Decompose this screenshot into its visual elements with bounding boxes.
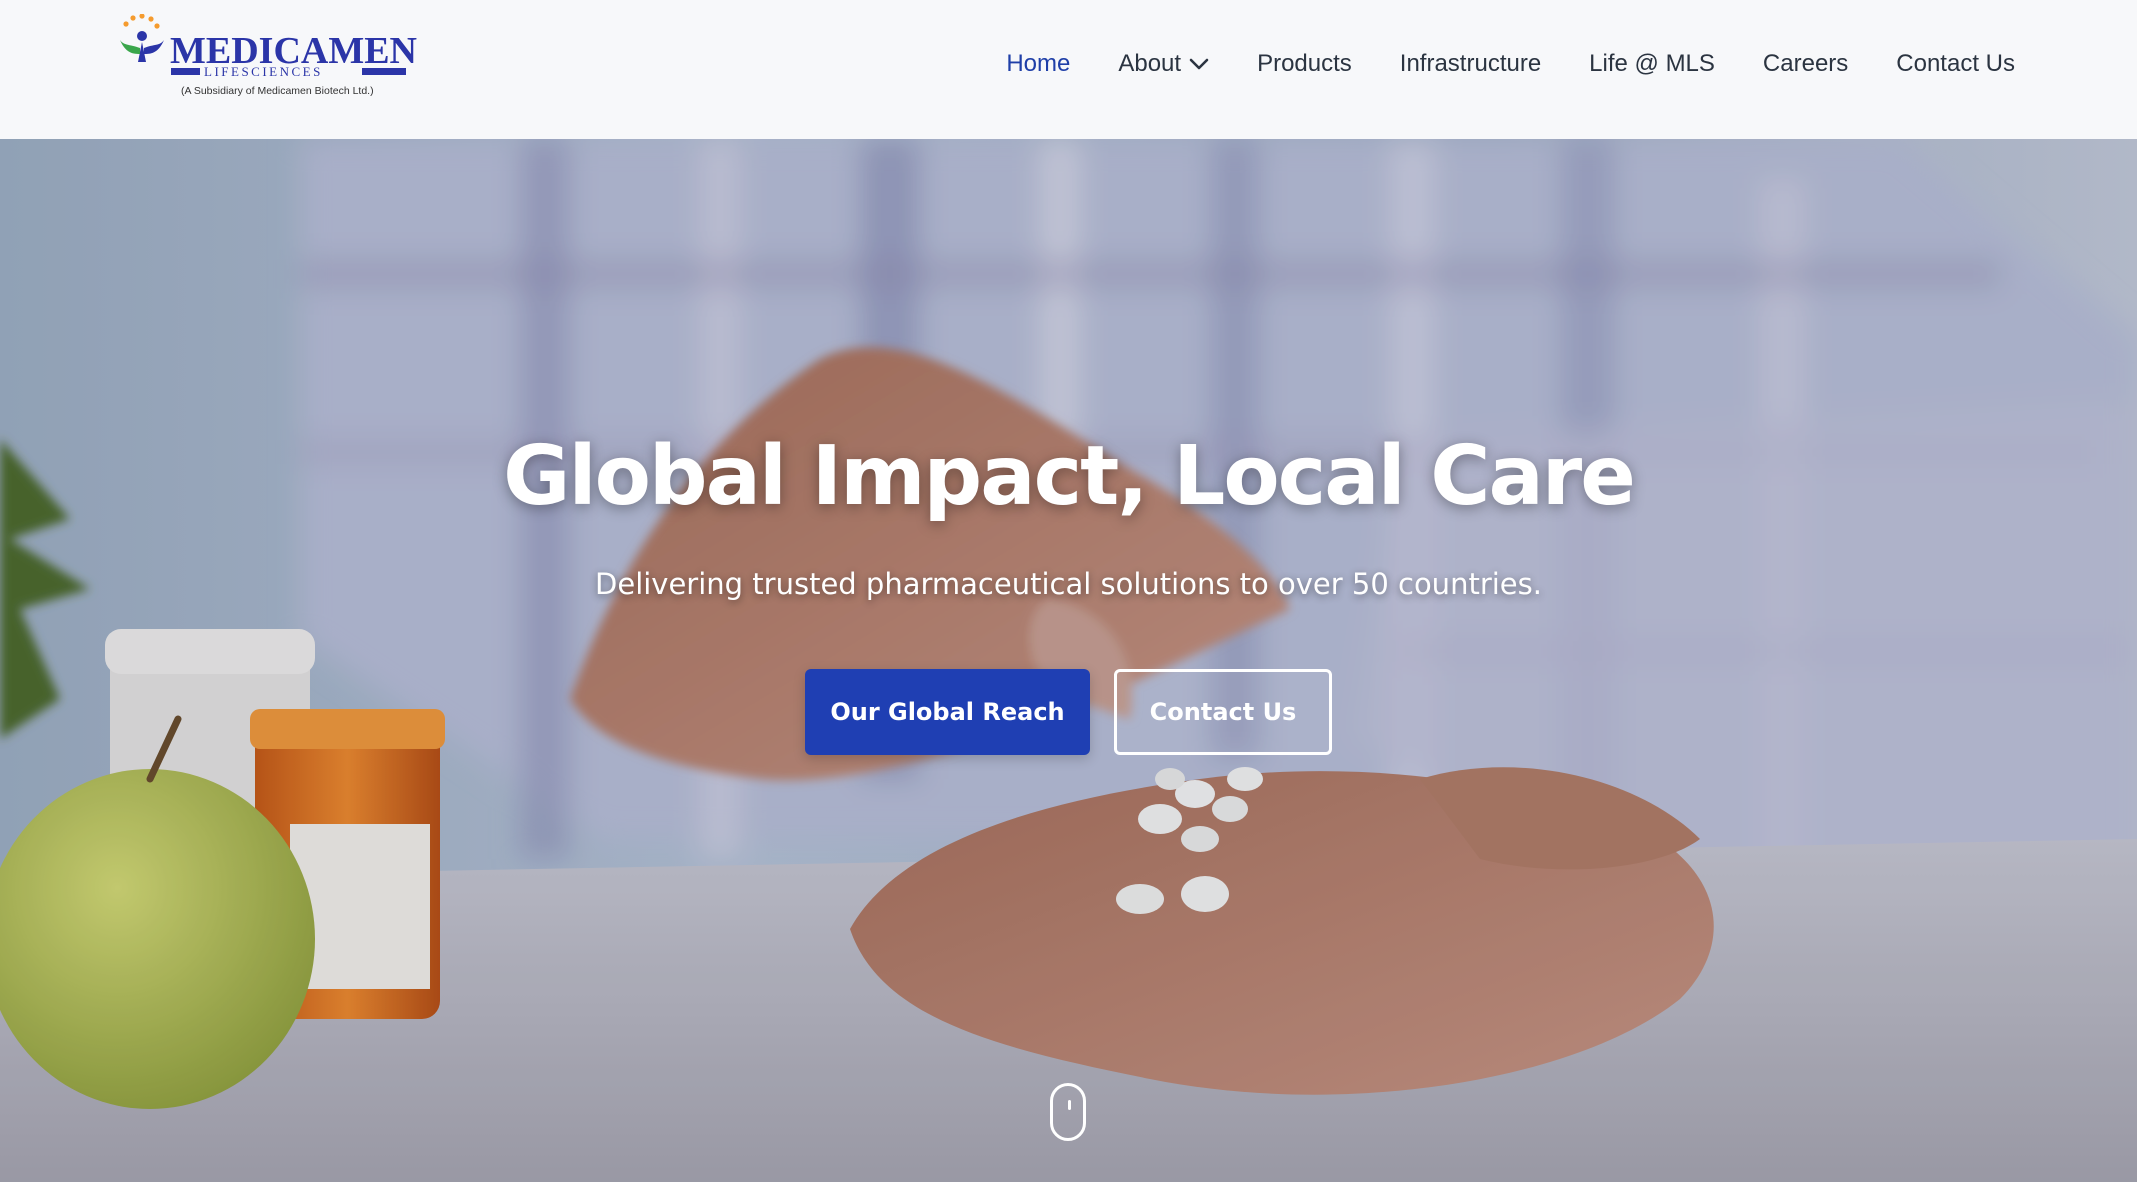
nav-infrastructure-label: Infrastructure: [1399, 50, 1542, 77]
medicamen-logo-icon: MEDICAMEN LIFESCIENCES (A Subsidiary of …: [120, 14, 417, 97]
nav-products-label: Products: [1257, 50, 1352, 77]
our-global-reach-button[interactable]: Our Global Reach: [805, 669, 1090, 755]
logo-subtitle: LIFESCIENCES: [204, 64, 323, 79]
nav-infrastructure[interactable]: Infrastructure: [1400, 50, 1541, 78]
nav-life-at-mls-label: Life @ MLS: [1589, 50, 1715, 77]
hero-overlay: [0, 139, 2137, 1182]
chevron-down-icon: [1189, 50, 1209, 78]
nav-products[interactable]: Products: [1257, 50, 1352, 78]
hero-contact-us-label: Contact Us: [1149, 698, 1297, 726]
nav-contact-us-label: Contact Us: [1896, 50, 2015, 77]
hero-section: Global Impact, Local Care Delivering tru…: [0, 139, 2137, 1182]
nav-careers[interactable]: Careers: [1763, 50, 1848, 78]
site-header: MEDICAMEN LIFESCIENCES (A Subsidiary of …: [0, 0, 2137, 139]
main-nav: Home About Products Infrastructure Life …: [958, 50, 2015, 78]
hero-title: Global Impact, Local Care: [503, 429, 1636, 524]
nav-life-at-mls[interactable]: Life @ MLS: [1589, 50, 1715, 78]
nav-home-label: Home: [1006, 50, 1071, 77]
hero-contact-us-button[interactable]: Contact Us: [1114, 669, 1332, 755]
nav-contact-us[interactable]: Contact Us: [1896, 50, 2015, 78]
nav-careers-label: Careers: [1762, 50, 1849, 77]
logo-tagline: (A Subsidiary of Medicamen Biotech Ltd.): [181, 85, 374, 97]
nav-about-label: About: [1118, 50, 1182, 77]
company-logo[interactable]: MEDICAMEN LIFESCIENCES (A Subsidiary of …: [118, 14, 418, 110]
nav-about[interactable]: About: [1118, 50, 1209, 78]
nav-home[interactable]: Home: [1006, 50, 1070, 78]
scroll-dot: [1068, 1100, 1071, 1110]
hero-subtitle: Delivering trusted pharmaceutical soluti…: [595, 567, 1542, 601]
mouse-scroll-icon[interactable]: [1050, 1083, 1086, 1141]
our-global-reach-label: Our Global Reach: [830, 698, 1065, 726]
